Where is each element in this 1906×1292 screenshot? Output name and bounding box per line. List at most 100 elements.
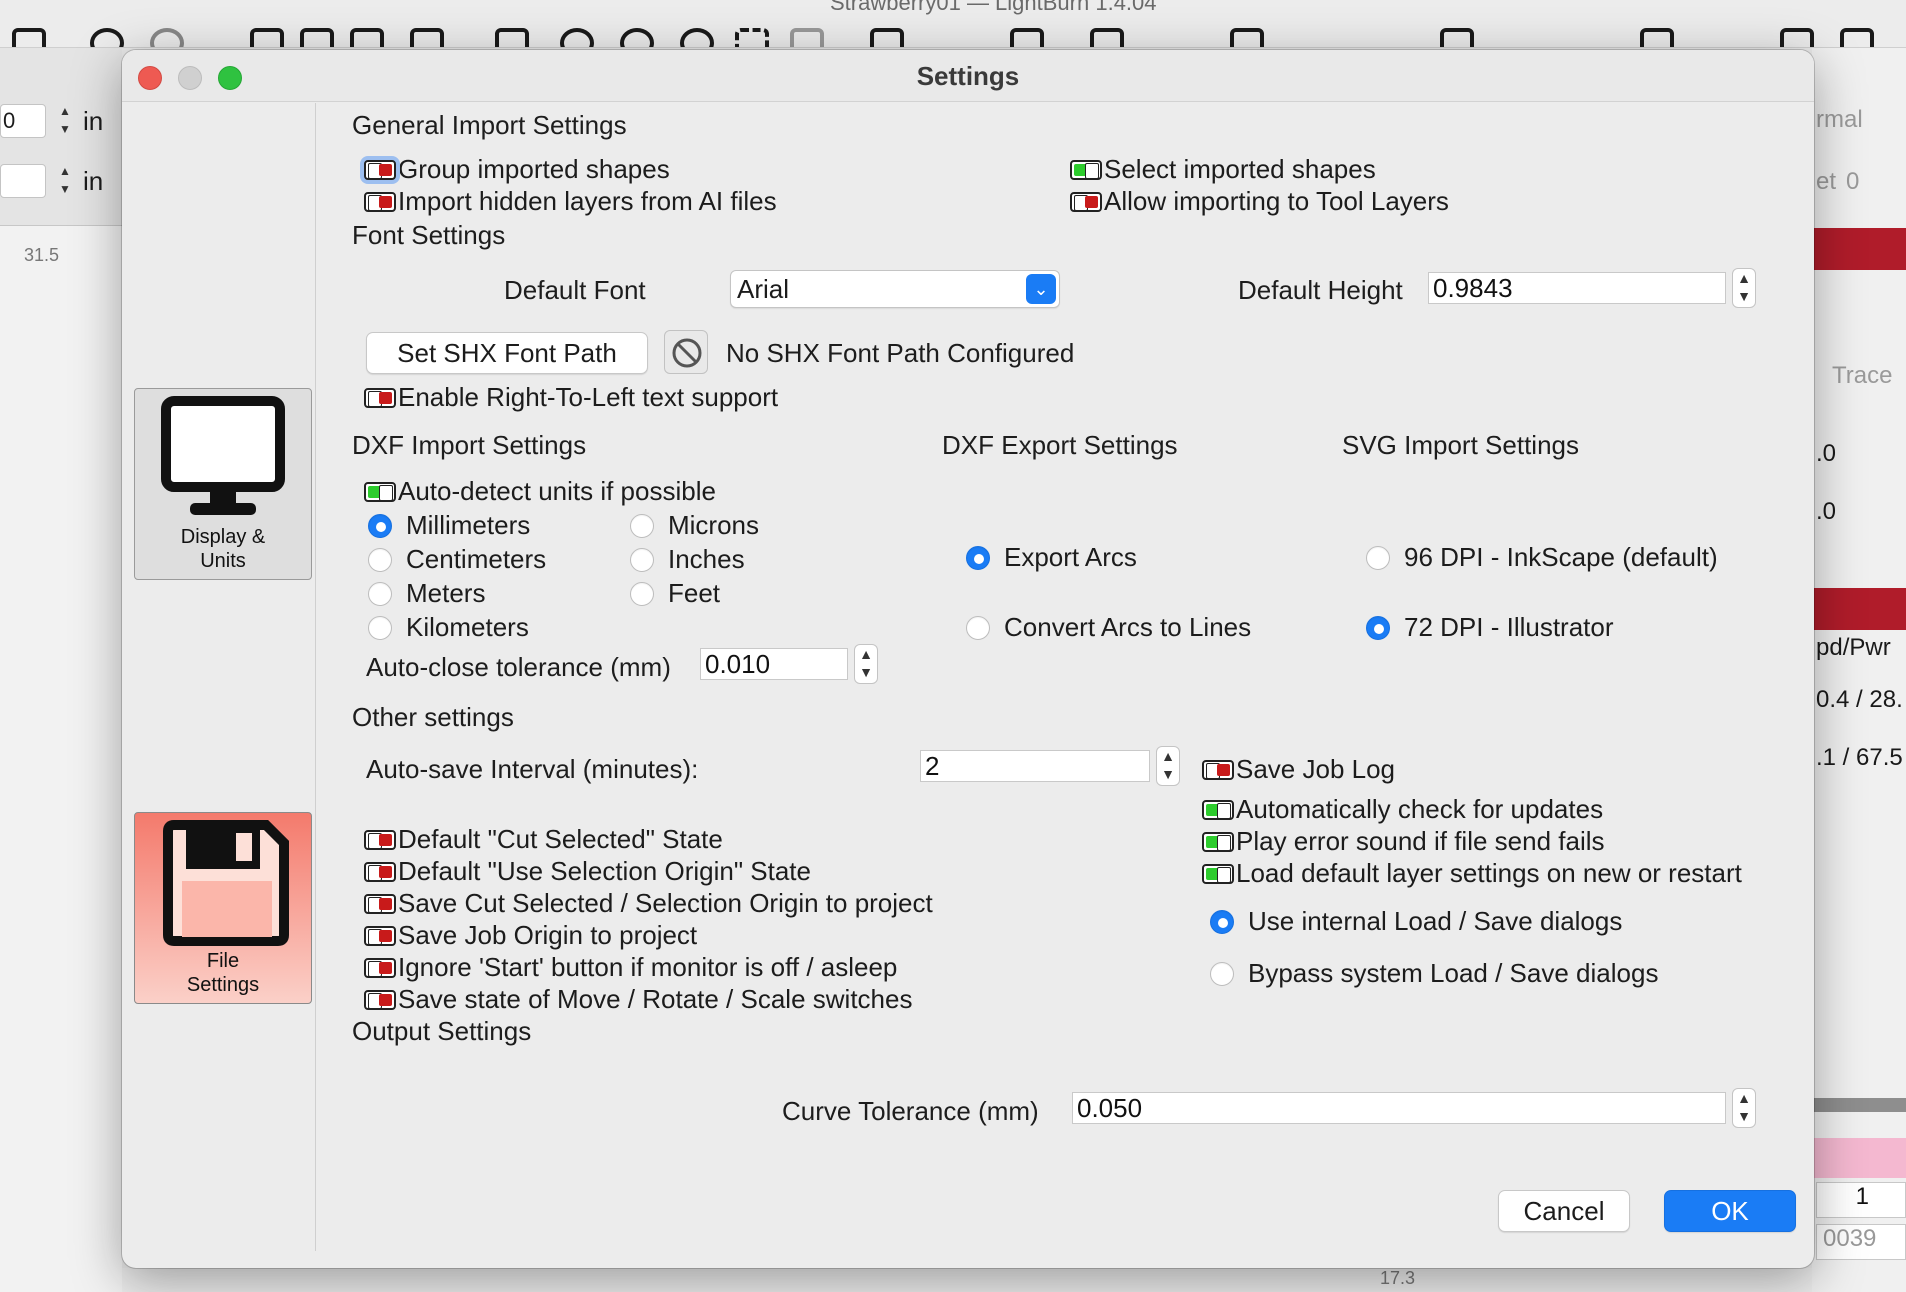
load-default-layer-toggle[interactable]: Load default layer settings on new or re… <box>1202 858 1742 889</box>
radio-dot <box>966 545 990 570</box>
cut-selected-toggle[interactable]: Default "Cut Selected" State <box>364 824 723 855</box>
convert-arcs-radio[interactable]: Convert Arcs to Lines <box>966 612 1251 643</box>
import-icon[interactable] <box>12 28 46 47</box>
unit-inches-radio[interactable]: Inches <box>630 544 745 575</box>
cancel-button[interactable]: Cancel <box>1498 1190 1630 1232</box>
dpi-72-radio[interactable]: 72 DPI - Illustrator <box>1366 612 1614 643</box>
frame-icon[interactable] <box>735 28 769 47</box>
dpi-96-radio[interactable]: 96 DPI - InkScape (default) <box>1366 542 1718 573</box>
ignore-start-button-toggle[interactable]: Ignore 'Start' button if monitor is off … <box>364 952 897 983</box>
ruler-value: 31.5 <box>24 245 60 265</box>
curve-tolerance-stepper[interactable]: ▲ ▼ <box>1732 1088 1756 1128</box>
unit-centimeters-radio[interactable]: Centimeters <box>368 544 546 575</box>
radio-dot <box>368 581 392 606</box>
save-job-log-toggle[interactable]: Save Job Log <box>1202 754 1395 785</box>
panel-field-2[interactable]: 0039 <box>1816 1224 1906 1260</box>
autosave-interval-field[interactable]: 2 <box>920 750 1150 782</box>
ok-button[interactable]: OK <box>1664 1190 1796 1232</box>
error-sound-toggle[interactable]: Play error sound if file send fails <box>1202 826 1605 857</box>
send-icon[interactable] <box>1230 28 1264 47</box>
auto-close-tolerance-stepper[interactable]: ▲ ▼ <box>854 644 878 684</box>
monitor-icon[interactable] <box>870 28 904 47</box>
default-height-field[interactable]: 0.9843 <box>1428 272 1726 304</box>
y-position-field[interactable] <box>0 164 46 198</box>
toggle-switch <box>1202 799 1234 820</box>
panel-field-1[interactable]: 1 <box>1816 1182 1906 1218</box>
layer-color-bar-3[interactable] <box>1812 1138 1906 1178</box>
auto-close-tolerance-field[interactable]: 0.010 <box>700 648 848 680</box>
unit-microns-radio[interactable]: Microns <box>630 510 759 541</box>
settings-icon[interactable] <box>1090 28 1124 47</box>
check-updates-toggle[interactable]: Automatically check for updates <box>1202 794 1603 825</box>
tools-icon[interactable] <box>1010 28 1044 47</box>
toggle-label: Allow importing to Tool Layers <box>1104 186 1449 216</box>
unit-millimeters-radio[interactable]: Millimeters <box>368 510 530 541</box>
curve-tolerance-field[interactable]: 0.050 <box>1072 1092 1726 1124</box>
undo-icon[interactable] <box>90 28 124 47</box>
camera-icon[interactable] <box>790 28 824 47</box>
radio-dot <box>630 513 654 538</box>
toggle-label: Import hidden layers from AI files <box>398 186 777 216</box>
y-position-stepper[interactable]: ▲ ▼ <box>54 162 76 202</box>
distribute-icon[interactable] <box>1640 28 1674 47</box>
clear-shx-path-button[interactable] <box>664 330 708 374</box>
radio-dot <box>1366 545 1390 570</box>
save-cut-selected-toggle[interactable]: Save Cut Selected / Selection Origin to … <box>364 888 933 919</box>
arrange-icon[interactable] <box>1780 28 1814 47</box>
zoom-in-icon[interactable] <box>620 28 654 47</box>
toggle-label: Ignore 'Start' button if monitor is off … <box>398 952 898 982</box>
rtl-text-toggle[interactable]: Enable Right-To-Left text support <box>364 382 778 413</box>
radio-label: 96 DPI - InkScape (default) <box>1404 542 1718 572</box>
ruler-bottom-value: 17.3 <box>1380 1268 1416 1288</box>
y-unit-label: in <box>83 166 104 196</box>
scrollbar[interactable] <box>1812 1098 1906 1112</box>
unit-meters-radio[interactable]: Meters <box>368 578 485 609</box>
delete-icon[interactable] <box>410 28 444 47</box>
x-position-field[interactable]: 0 <box>0 104 46 138</box>
trace-button[interactable]: Trace <box>1832 362 1892 390</box>
bypass-system-dialogs-radio[interactable]: Bypass system Load / Save dialogs <box>1210 958 1658 989</box>
layer-color-bar[interactable] <box>1812 228 1906 270</box>
toggle-switch <box>364 861 396 882</box>
zoom-out-icon[interactable] <box>680 28 714 47</box>
unit-feet-radio[interactable]: Feet <box>630 578 720 609</box>
redo-icon[interactable] <box>150 28 184 47</box>
export-arcs-radio[interactable]: Export Arcs <box>966 542 1137 573</box>
toggle-switch <box>364 893 396 914</box>
auto-detect-units-toggle[interactable]: Auto-detect units if possible <box>364 476 716 507</box>
layer-color-bar-2[interactable] <box>1812 588 1906 630</box>
internal-dialogs-radio[interactable]: Use internal Load / Save dialogs <box>1210 906 1622 937</box>
chevron-down-icon: ⌄ <box>1026 274 1056 304</box>
right-panel: rmal et 0 Trace .0 .0 pd/Pwr 0.4 / 28. .… <box>1812 48 1906 1292</box>
select-imported-toggle[interactable]: Select imported shapes <box>1070 154 1376 185</box>
more-icon[interactable] <box>1840 28 1874 47</box>
allow-tool-layers-toggle[interactable]: Allow importing to Tool Layers <box>1070 186 1449 217</box>
x-position-stepper[interactable]: ▲ ▼ <box>54 102 76 142</box>
file-settings-panel: General Import Settings Group imported s… <box>122 50 1814 1268</box>
move-icon[interactable] <box>495 28 529 47</box>
toggle-switch <box>1070 191 1102 212</box>
panel-value-1: .0 <box>1816 440 1837 467</box>
toggle-label: Save Job Log <box>1236 754 1396 784</box>
cut-icon[interactable] <box>250 28 284 47</box>
copy-icon[interactable] <box>300 28 334 47</box>
unit-kilometers-radio[interactable]: Kilometers <box>368 612 529 643</box>
align-icon[interactable] <box>1440 28 1474 47</box>
import-hidden-layers-toggle[interactable]: Import hidden layers from AI files <box>364 186 777 217</box>
radio-label: Export Arcs <box>1004 542 1137 572</box>
zoom-icon[interactable] <box>560 28 594 47</box>
paste-icon[interactable] <box>350 28 384 47</box>
use-selection-origin-toggle[interactable]: Default "Use Selection Origin" State <box>364 856 811 887</box>
save-job-origin-toggle[interactable]: Save Job Origin to project <box>364 920 697 951</box>
save-switch-state-toggle[interactable]: Save state of Move / Rotate / Scale swit… <box>364 984 912 1015</box>
default-height-stepper[interactable]: ▲ ▼ <box>1732 268 1756 308</box>
group-imported-toggle[interactable]: Group imported shapes <box>364 154 670 185</box>
default-font-select[interactable]: Arial ⌄ <box>730 270 1060 308</box>
radio-label: Bypass system Load / Save dialogs <box>1248 958 1659 988</box>
toggle-label: Save state of Move / Rotate / Scale swit… <box>398 984 913 1014</box>
set-shx-font-path-button[interactable]: Set SHX Font Path <box>366 332 648 374</box>
auto-close-tolerance-label: Auto-close tolerance (mm) <box>366 652 671 682</box>
offset-label: et <box>1816 168 1837 195</box>
output-settings-heading: Output Settings <box>352 1016 532 1046</box>
autosave-interval-stepper[interactable]: ▲ ▼ <box>1156 746 1180 786</box>
